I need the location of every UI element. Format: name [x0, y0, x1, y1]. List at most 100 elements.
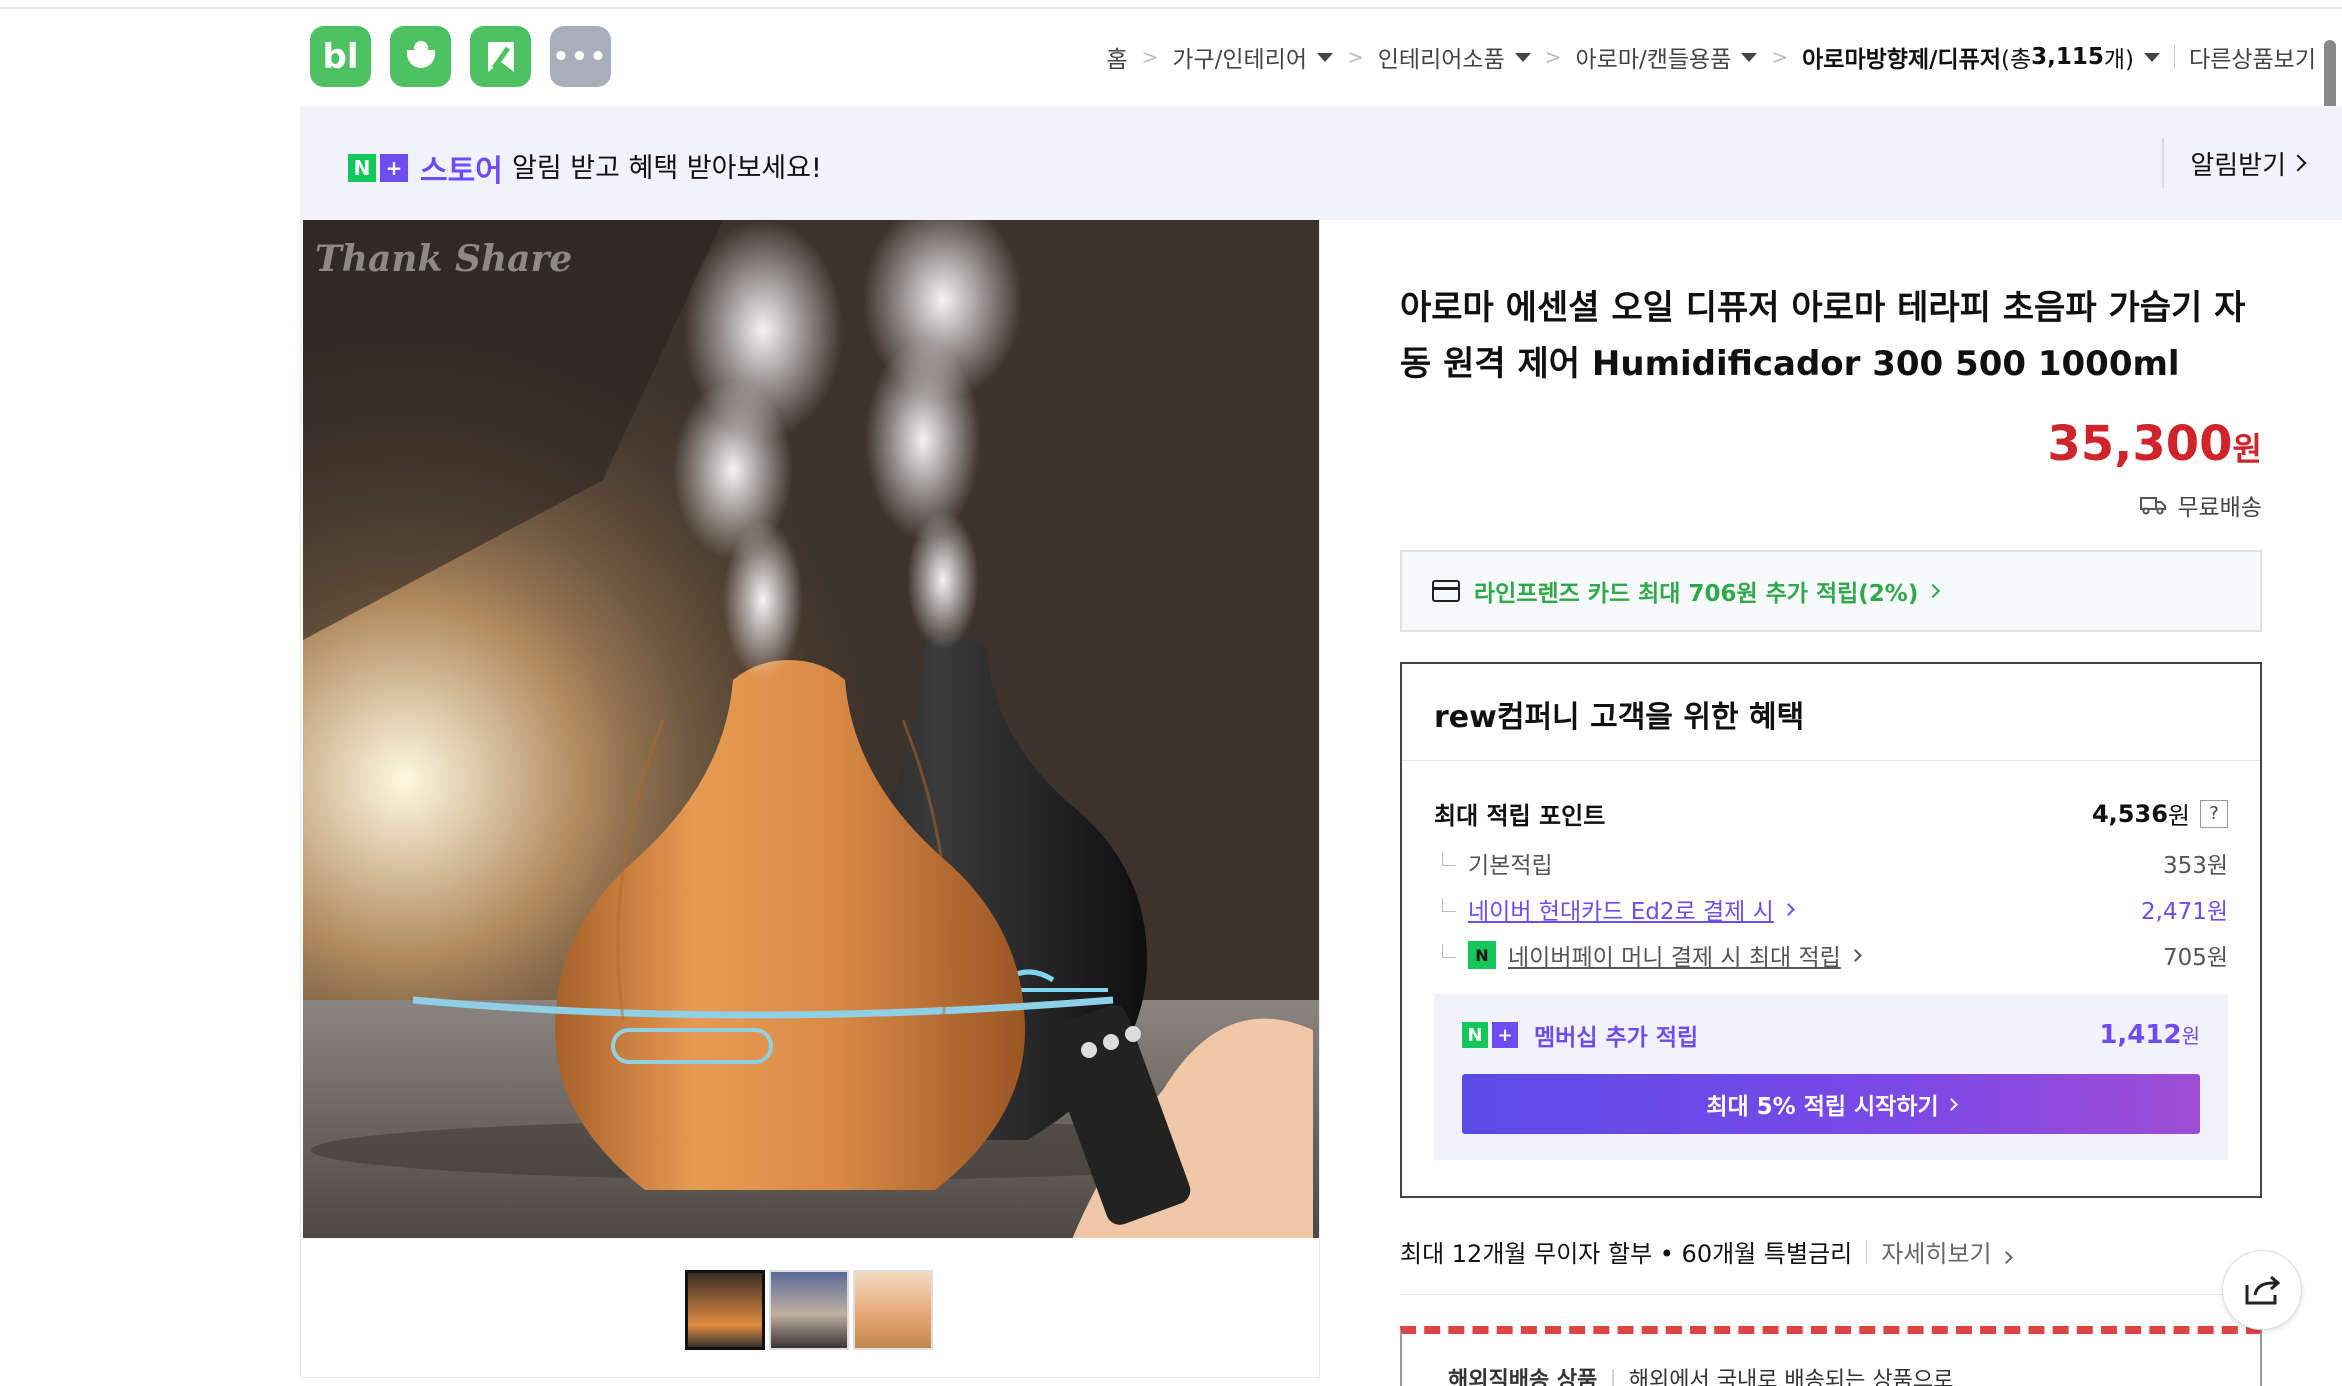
membership-unit: 원 — [2181, 1024, 2200, 1048]
basic-points-row: 기본적립 353원 — [1434, 846, 2228, 880]
membership-box: N + 멤버십 추가 적립 1,412원 최대 5% 적립 시작하기 — [1434, 994, 2228, 1160]
tree-branch-icon — [1442, 852, 1456, 866]
breadcrumb-separator: > — [1347, 45, 1364, 69]
chevron-right-icon — [2289, 154, 2307, 172]
truck-icon — [2140, 497, 2167, 515]
customer-benefits-box: rew컴퍼니 고객을 위한 혜택 최대 적립 포인트 4,536 원 ? 기본적립… — [1400, 662, 2262, 1198]
nplus-store-logo: N + 스토어 — [348, 146, 503, 190]
share-button[interactable] — [2222, 1250, 2302, 1330]
caret-down-icon — [1514, 52, 1531, 62]
help-icon[interactable]: ? — [2200, 799, 2228, 828]
browser-top-edge — [0, 0, 2342, 9]
breadcrumb-label: 아로마/캔들용품 — [1575, 47, 1732, 73]
hyundai-card-value: 2,471원 — [2140, 899, 2228, 925]
watermark-text: Thank Share — [315, 238, 573, 280]
membership-label: 멤버십 추가 적립 — [1534, 1025, 1699, 1051]
blog-icon[interactable]: bl — [310, 26, 371, 87]
breadcrumb-divider — [2174, 45, 2176, 69]
credit-card-icon — [1432, 580, 1460, 602]
divider — [1402, 760, 2260, 761]
notify-label: 알림받기 — [2190, 150, 2286, 181]
card-benefit-label: 라인프렌즈 카드 최대 706원 추가 적립(2%) — [1474, 581, 1919, 607]
product-title: 아로마 에센셜 오일 디퓨저 아로마 테라피 초음파 가습기 자동 원격 제어 … — [1400, 288, 2246, 384]
breadcrumb-label: 가구/인테리어 — [1172, 47, 1307, 73]
installment-info: 최대 12개월 무이자 할부 • 60개월 특별금리 자세히보기 — [1400, 1234, 2013, 1269]
thumbnail[interactable] — [853, 1270, 933, 1350]
breadcrumb-category-3[interactable]: 아로마/캔들용품 — [1576, 40, 1758, 74]
product-main-image[interactable]: Thank Share — [303, 220, 1319, 1238]
breadcrumb-current[interactable]: 아로마방향제/디퓨저 (총 3,115 개) — [1802, 40, 2161, 74]
plus-icon: + — [380, 154, 408, 182]
breadcrumb-separator: > — [1544, 45, 1562, 69]
cafe-icon[interactable] — [390, 26, 451, 87]
overseas-text: 해외직배송 상품 | 해외에서 국내로 배송되는 상품으로 — [1448, 1362, 1953, 1386]
npay-value: 705원 — [2162, 945, 2228, 971]
thumbnail[interactable] — [685, 1270, 765, 1350]
shipping-label: 무료배송 — [2177, 495, 2262, 521]
more-icon[interactable]: ••• — [550, 26, 611, 87]
breadcrumb-category-1[interactable]: 가구/인테리어 — [1172, 40, 1333, 74]
installment-more-link[interactable]: 자세히보기 — [1881, 1234, 2013, 1269]
thumbnail[interactable] — [769, 1270, 849, 1350]
breadcrumb-separator: > — [1771, 45, 1789, 69]
max-points-value: 4,536 — [2091, 799, 2168, 828]
bookmark-icon[interactable] — [470, 26, 531, 87]
price-value: 35,300 — [2047, 416, 2233, 472]
breadcrumb-label: 인테리어소품 — [1377, 47, 1505, 73]
max-points-label: 최대 적립 포인트 — [1434, 802, 1606, 830]
product-price: 35,300 원 — [2047, 416, 2262, 472]
npay-row: N 네이버페이 머니 결제 시 최대 적립 705원 — [1434, 938, 2228, 972]
benefits-title: rew컴퍼니 고객을 위한 혜택 — [1434, 700, 1805, 735]
breadcrumb-label: 아로마방향제/디퓨저 — [1802, 47, 2001, 73]
chevron-right-icon — [1781, 902, 1795, 916]
basic-points-value: 353원 — [2162, 853, 2228, 879]
max-points-unit: 원 — [2167, 802, 2190, 830]
membership-value: 1,412 — [2099, 1020, 2182, 1050]
chevron-right-icon — [1848, 948, 1862, 962]
membership-amount: 1,412원 — [2099, 1020, 2200, 1050]
breadcrumb: 홈 > 가구/인테리어 > 인테리어소품 > 아로마/캔들용품 > 아로마방향제… — [1106, 40, 2316, 74]
thumbnail-strip — [685, 1270, 933, 1350]
breadcrumb-separator: > — [1141, 45, 1159, 69]
naver-n-icon: N — [1462, 1022, 1488, 1048]
naver-n-icon: N — [348, 154, 376, 182]
breadcrumb-count-suffix: 개) — [2103, 47, 2135, 73]
price-unit: 원 — [2232, 430, 2262, 468]
plus-icon: + — [1492, 1022, 1518, 1048]
caret-down-icon — [2144, 52, 2161, 62]
breadcrumb-home[interactable]: 홈 — [1106, 40, 1127, 74]
breadcrumb-category-2[interactable]: 인테리어소품 — [1378, 40, 1531, 74]
basic-points-label: 기본적립 — [1468, 853, 1553, 879]
shipping-info: 무료배송 — [2139, 488, 2262, 522]
product-gallery: Thank Share — [300, 220, 1320, 1378]
tree-branch-icon — [1442, 944, 1456, 958]
chevron-right-icon — [1999, 1251, 2013, 1264]
more-label: 자세히보기 — [1881, 1240, 1992, 1268]
overseas-title: 해외직배송 상품 — [1448, 1368, 1598, 1386]
app-icon-bar: bl ••• — [310, 26, 611, 87]
membership-button-label: 최대 5% 적립 시작하기 — [1706, 1094, 1939, 1120]
hyundai-card-row: 네이버 현대카드 Ed2로 결제 시 2,471원 — [1434, 892, 2228, 926]
max-points-value-group: 4,536 원 ? — [2092, 796, 2228, 831]
notify-button[interactable]: 알림받기 — [2162, 138, 2307, 188]
overseas-description: 해외에서 국내로 배송되는 상품으로 — [1628, 1368, 1954, 1386]
divider — [1866, 1239, 1868, 1264]
membership-start-button[interactable]: 최대 5% 적립 시작하기 — [1462, 1074, 2200, 1134]
share-icon — [2245, 1275, 2281, 1305]
membership-row: N + 멤버십 추가 적립 1,412원 — [1462, 1018, 2200, 1052]
store-label: 스토어 — [420, 154, 503, 189]
other-products-link[interactable]: 다른상품보기 — [2189, 40, 2316, 74]
banner-message: 알림 받고 혜택 받아보세요! — [512, 153, 822, 184]
installment-text: 최대 12개월 무이자 할부 • 60개월 특별금리 — [1400, 1240, 1853, 1268]
hyundai-card-link[interactable]: 네이버 현대카드 Ed2로 결제 시 — [1468, 892, 1774, 926]
chevron-right-icon — [1926, 583, 1941, 599]
card-benefit-link[interactable]: 라인프렌즈 카드 최대 706원 추가 적립(2%) — [1400, 550, 2262, 632]
naver-pay-icon: N — [1468, 941, 1496, 969]
breadcrumb-count: 3,115 — [2031, 44, 2104, 70]
store-header: bl ••• 홈 > 가구/인테리어 > 인테리어소품 > 아로마/캔들용품 >… — [300, 26, 2342, 90]
overseas-shipping-notice: 해외직배송 상품 | 해외에서 국내로 배송되는 상품으로 — [1400, 1326, 2262, 1386]
notification-banner: N + 스토어 알림 받고 혜택 받아보세요! 알림받기 — [300, 106, 2342, 220]
divider — [1400, 1294, 2262, 1295]
npay-link[interactable]: 네이버페이 머니 결제 시 최대 적립 — [1508, 938, 1841, 972]
caret-down-icon — [1317, 52, 1333, 62]
